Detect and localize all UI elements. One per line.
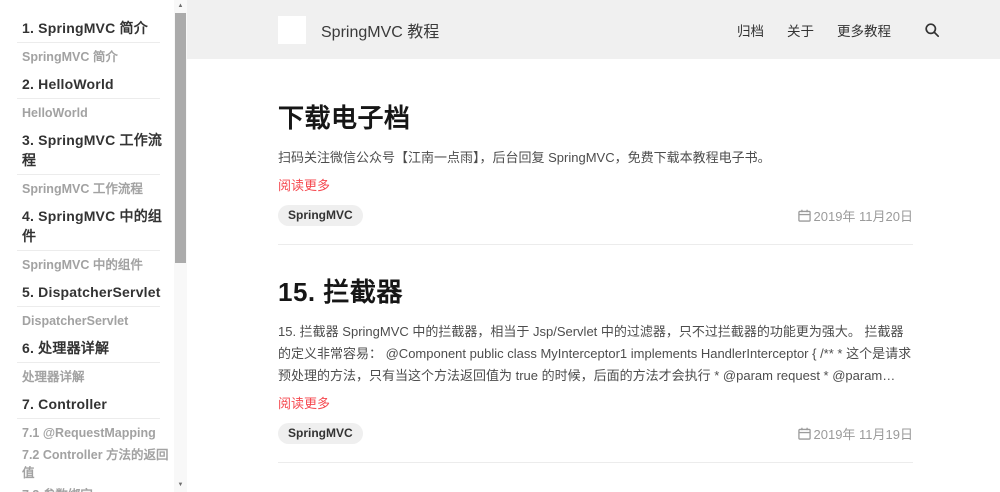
scrollbar-thumb[interactable] bbox=[175, 13, 186, 263]
nav-link-about[interactable]: 关于 bbox=[787, 20, 814, 40]
divider bbox=[17, 174, 160, 175]
sidebar-link[interactable]: SpringMVC 工作流程 bbox=[22, 180, 174, 198]
divider bbox=[17, 42, 160, 43]
sidebar-link[interactable]: 处理器详解 bbox=[22, 368, 174, 386]
header-nav: 归档 关于 更多教程 bbox=[737, 20, 891, 40]
sidebar-link[interactable]: 7.2 Controller 方法的返回值 bbox=[22, 446, 174, 482]
search-icon bbox=[925, 22, 940, 37]
search-button[interactable] bbox=[924, 22, 940, 38]
tag-badge[interactable]: SpringMVC bbox=[278, 205, 363, 226]
article-meta: SpringMVC 2019年 11月20日 bbox=[278, 205, 913, 226]
sidebar-section: 2. HelloWorld HelloWorld bbox=[17, 74, 174, 122]
article-date-text: 2019年 11月20日 bbox=[813, 209, 914, 224]
scroll-up-icon[interactable]: ▲ bbox=[174, 0, 187, 13]
read-more-link[interactable]: 阅读更多 bbox=[278, 393, 330, 412]
calendar-icon bbox=[797, 209, 811, 222]
sidebar-link[interactable]: DispatcherServlet bbox=[22, 312, 174, 330]
sidebar-link[interactable]: 7.1 @RequestMapping bbox=[22, 424, 174, 442]
sidebar-section: 3. SpringMVC 工作流程 SpringMVC 工作流程 bbox=[17, 130, 174, 198]
divider bbox=[17, 98, 160, 99]
divider bbox=[17, 362, 160, 363]
sidebar-section: 6. 处理器详解 处理器详解 bbox=[17, 338, 174, 386]
sidebar-section-title[interactable]: 5. DispatcherServlet bbox=[22, 282, 174, 302]
sidebar-section-title[interactable]: 7. Controller bbox=[22, 394, 174, 414]
article-date-text: 2019年 11月19日 bbox=[813, 427, 914, 442]
site-header: SpringMVC 教程 归档 关于 更多教程 bbox=[187, 0, 1000, 59]
sidebar-link[interactable]: SpringMVC 简介 bbox=[22, 48, 174, 66]
article-date: 2019年 11月19日 bbox=[797, 424, 914, 443]
sidebar-link[interactable]: HelloWorld bbox=[22, 104, 174, 122]
nav-link-archive[interactable]: 归档 bbox=[737, 20, 764, 40]
sidebar-section: 1. SpringMVC 简介 SpringMVC 简介 bbox=[17, 18, 174, 66]
article-card: 下载电子档 扫码关注微信公众号【江南一点雨】，后台回复 SpringMVC，免费… bbox=[278, 101, 913, 245]
read-more-link[interactable]: 阅读更多 bbox=[278, 175, 330, 194]
sidebar-section: 4. SpringMVC 中的组件 SpringMVC 中的组件 bbox=[17, 206, 174, 274]
article-excerpt: 扫码关注微信公众号【江南一点雨】，后台回复 SpringMVC，免费下载本教程电… bbox=[278, 150, 771, 165]
tag-badge[interactable]: SpringMVC bbox=[278, 423, 363, 444]
sidebar-section-title[interactable]: 1. SpringMVC 简介 bbox=[22, 18, 174, 38]
divider bbox=[278, 244, 913, 245]
divider bbox=[17, 418, 160, 419]
article-date: 2019年 11月20日 bbox=[797, 206, 914, 225]
page: 1. SpringMVC 简介 SpringMVC 简介 2. HelloWor… bbox=[0, 0, 1000, 492]
sidebar-scrollbar[interactable]: ▲ ▼ bbox=[174, 0, 187, 492]
calendar-icon bbox=[797, 427, 811, 440]
divider bbox=[17, 306, 160, 307]
nav-link-more-tutorials[interactable]: 更多教程 bbox=[837, 20, 891, 40]
sidebar-section: 7. Controller 7.1 @RequestMapping 7.2 Co… bbox=[17, 394, 174, 492]
sidebar-section-title[interactable]: 4. SpringMVC 中的组件 bbox=[22, 206, 174, 246]
divider bbox=[278, 462, 913, 463]
article-title[interactable]: 下载电子档 bbox=[278, 101, 913, 135]
article-card: 15. 拦截器 15. 拦截器 SpringMVC 中的拦截器，相当于 Jsp/… bbox=[278, 275, 913, 463]
article-excerpt: 15. 拦截器 SpringMVC 中的拦截器，相当于 Jsp/Servlet … bbox=[278, 324, 912, 383]
sidebar-section: 5. DispatcherServlet DispatcherServlet bbox=[17, 282, 174, 330]
divider bbox=[17, 250, 160, 251]
sidebar-toc: 1. SpringMVC 简介 SpringMVC 简介 2. HelloWor… bbox=[0, 0, 174, 492]
sidebar-link[interactable]: 7.3 参数绑定 bbox=[22, 486, 174, 492]
scroll-down-icon[interactable]: ▼ bbox=[174, 479, 187, 492]
sidebar-section-title[interactable]: 3. SpringMVC 工作流程 bbox=[22, 130, 174, 170]
sidebar-section-title[interactable]: 6. 处理器详解 bbox=[22, 338, 174, 358]
sidebar-section-title[interactable]: 2. HelloWorld bbox=[22, 74, 174, 94]
article-list: 下载电子档 扫码关注微信公众号【江南一点雨】，后台回复 SpringMVC，免费… bbox=[187, 59, 1000, 492]
article-title[interactable]: 15. 拦截器 bbox=[278, 275, 913, 309]
sidebar-link[interactable]: SpringMVC 中的组件 bbox=[22, 256, 174, 274]
article-meta: SpringMVC 2019年 11月19日 bbox=[278, 423, 913, 444]
site-title[interactable]: SpringMVC 教程 bbox=[321, 18, 439, 42]
site-logo[interactable] bbox=[278, 15, 306, 44]
